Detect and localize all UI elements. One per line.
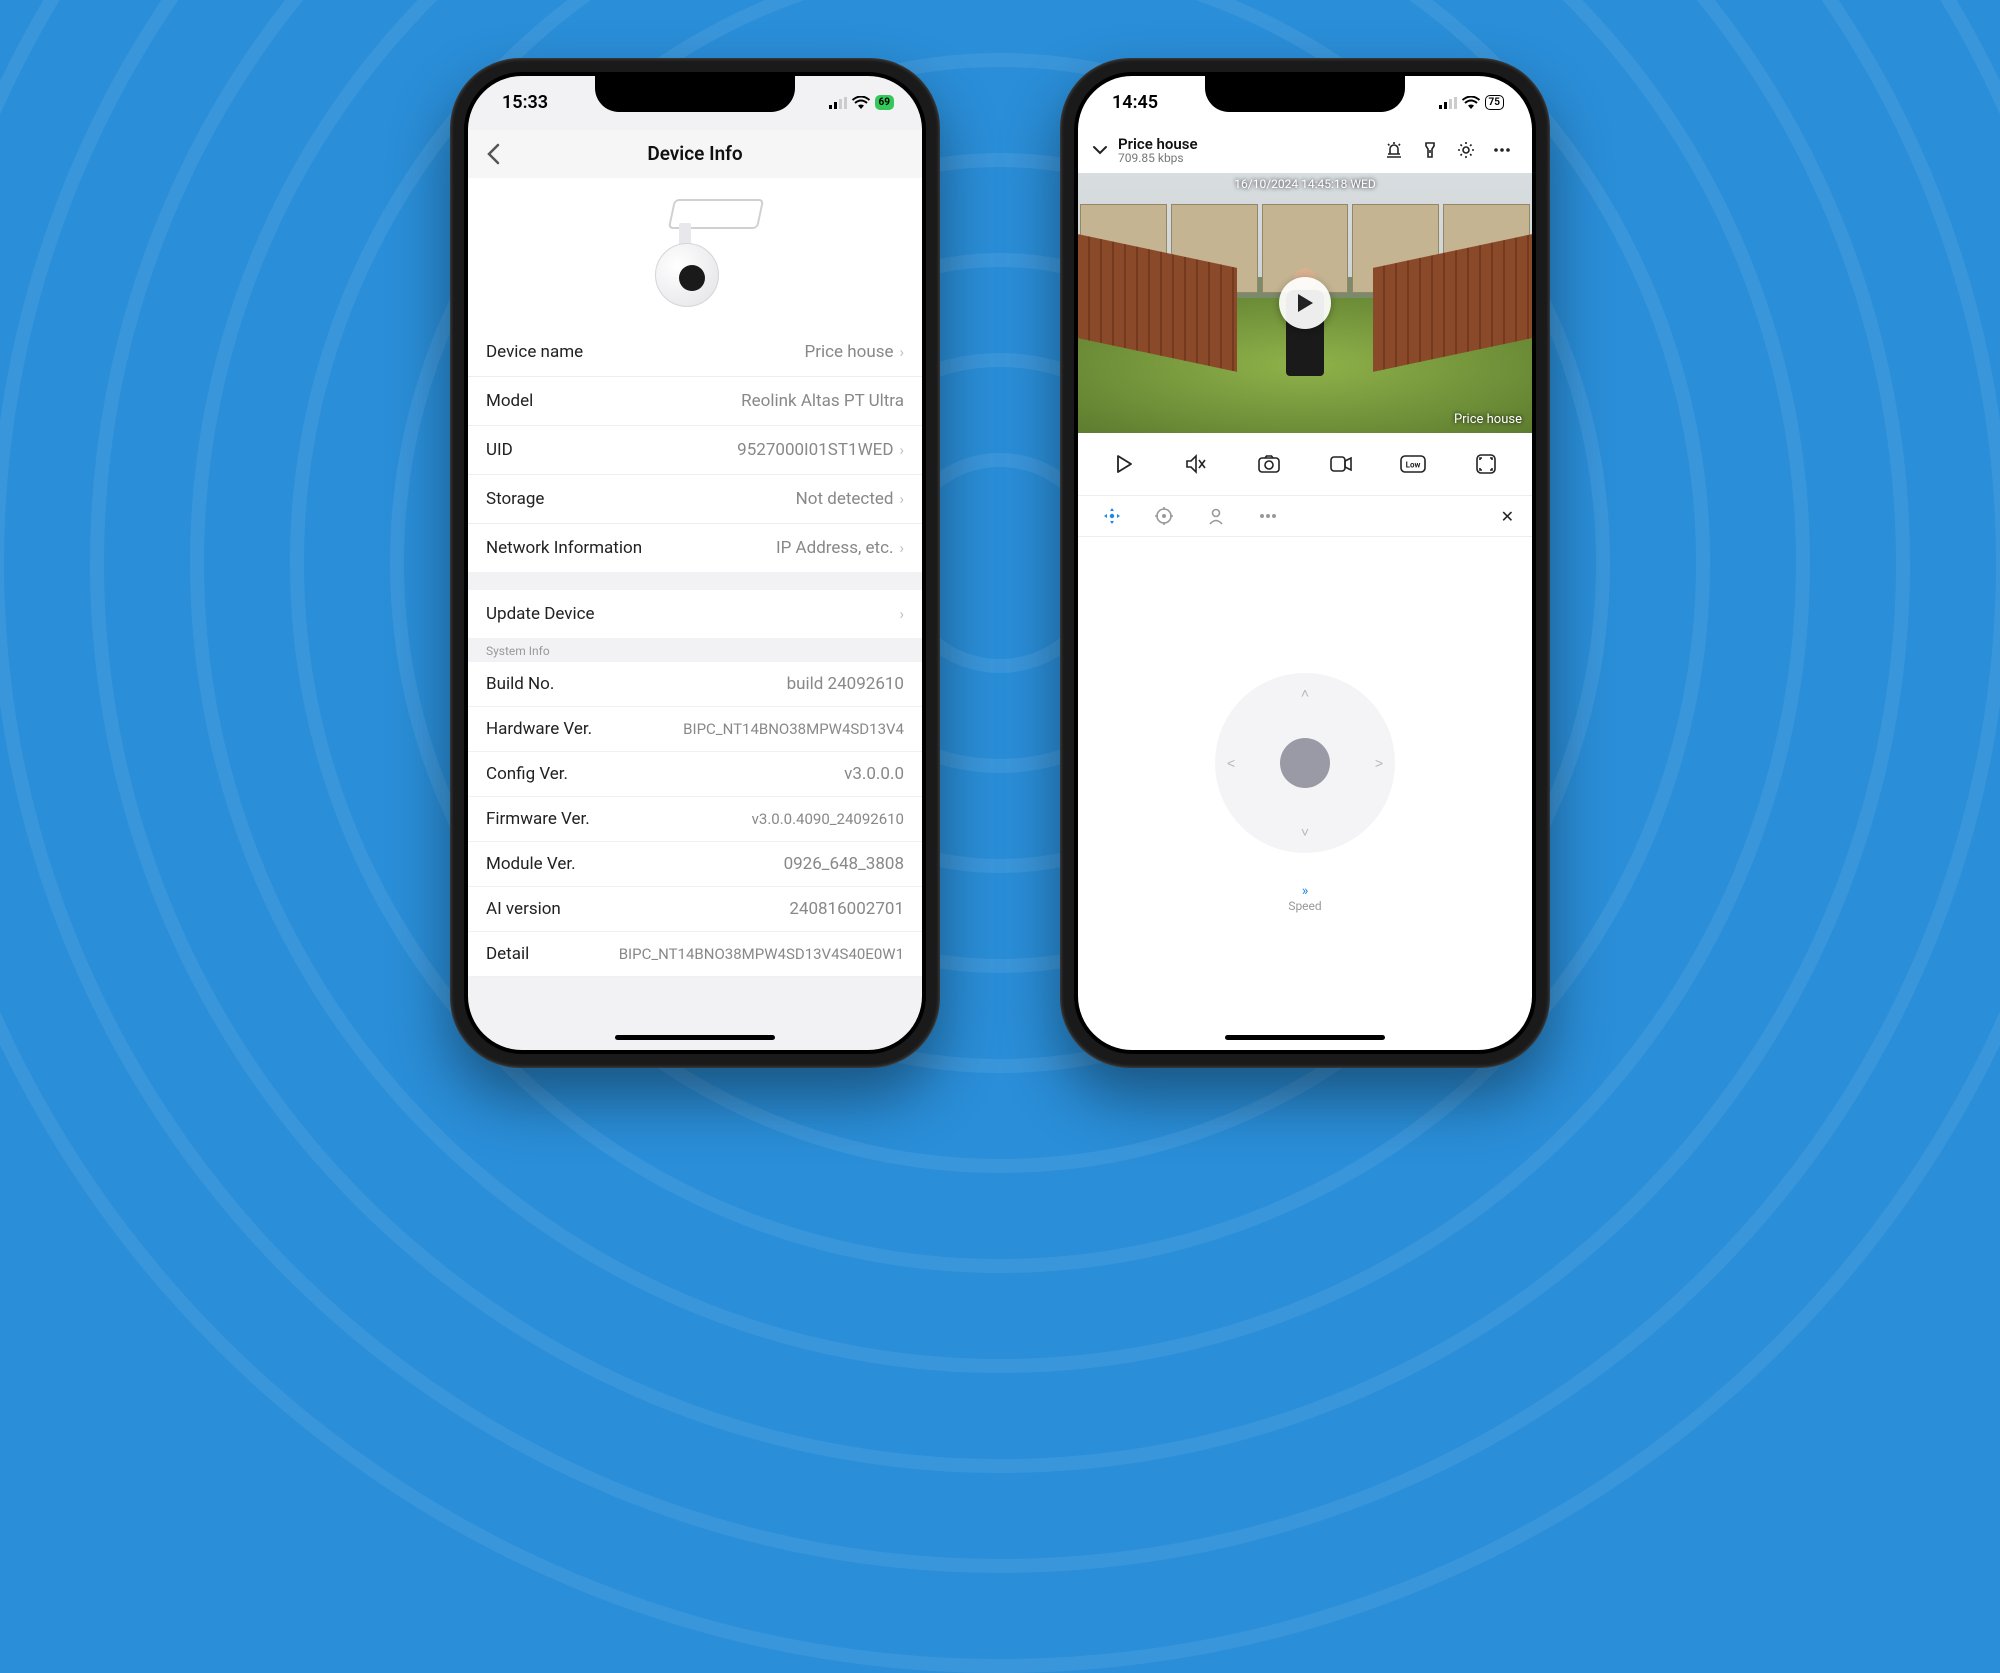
phone-device-info: 15:33 69 Device Info xyxy=(450,58,940,1068)
row-model[interactable]: Model Reolink Altas PT Ultra xyxy=(468,377,922,426)
ptz-panel: ˄ ˅ ˂ ˃ » Speed xyxy=(1078,537,1532,1049)
status-time: 15:33 xyxy=(502,92,548,113)
settings-icon[interactable] xyxy=(1456,140,1482,160)
notch xyxy=(595,76,795,112)
video-preview[interactable]: 16/10/2024 14:45:18 WED Price house xyxy=(1078,173,1532,433)
home-indicator[interactable] xyxy=(1225,1035,1385,1040)
signal-icon xyxy=(1439,97,1457,109)
ptz-speed-button[interactable]: » Speed xyxy=(1288,883,1321,913)
chevron-right-icon: › xyxy=(899,539,904,557)
tab-patrol[interactable] xyxy=(1204,504,1228,528)
page-title: Device Info xyxy=(647,142,742,165)
row-storage[interactable]: Storage Not detected› xyxy=(468,475,922,524)
wifi-icon xyxy=(852,96,870,109)
phone-live-view: 14:45 75 Price house 709.85 kbps xyxy=(1060,58,1550,1068)
flashlight-icon[interactable] xyxy=(1420,140,1446,160)
camera-selector[interactable] xyxy=(1092,145,1108,155)
play-pause-button[interactable] xyxy=(1109,449,1139,479)
row-network[interactable]: Network Information IP Address, etc.› xyxy=(468,524,922,572)
battery-icon: 75 xyxy=(1485,95,1504,110)
notch xyxy=(1205,76,1405,112)
video-name-overlay: Price house xyxy=(1454,412,1522,427)
row-detail: Detail BIPC_NT14BNO38MPW4SD13V4S40E0W1 xyxy=(468,932,922,977)
row-update-device[interactable]: Update Device › xyxy=(468,590,922,638)
bitrate: 709.85 kbps xyxy=(1118,152,1374,165)
snapshot-button[interactable] xyxy=(1254,449,1284,479)
camera-name: Price house xyxy=(1118,136,1374,153)
tab-more[interactable] xyxy=(1256,504,1280,528)
row-firmware-ver: Firmware Ver. v3.0.0.4090_24092610 xyxy=(468,797,922,842)
battery-icon: 69 xyxy=(875,95,894,110)
play-button[interactable] xyxy=(1279,277,1331,329)
row-ai-version: AI version 240816002701 xyxy=(468,887,922,932)
svg-text:Low: Low xyxy=(1406,461,1421,470)
row-hardware-ver: Hardware Ver. BIPC_NT14BNO38MPW4SD13V4 xyxy=(468,707,922,752)
quality-button[interactable]: Low xyxy=(1398,449,1428,479)
chevron-up-icon: ˄ xyxy=(1301,685,1309,702)
tab-preset[interactable] xyxy=(1152,504,1176,528)
video-timestamp-overlay: 16/10/2024 14:45:18 WED xyxy=(1234,177,1375,191)
row-build-no: Build No. build 24092610 xyxy=(468,662,922,707)
section-header-system-info: System Info xyxy=(468,638,922,662)
chevron-right-icon: › xyxy=(899,343,904,361)
back-button[interactable] xyxy=(486,143,500,165)
chevron-right-icon: ˃ xyxy=(1375,755,1383,772)
ptz-joystick[interactable]: ˄ ˅ ˂ ˃ xyxy=(1215,673,1395,853)
chevron-right-icon: › xyxy=(899,441,904,459)
home-indicator[interactable] xyxy=(615,1035,775,1040)
device-settings-list: Device name Price house› Model Reolink A… xyxy=(468,328,922,572)
status-time: 14:45 xyxy=(1112,92,1158,113)
record-button[interactable] xyxy=(1326,449,1356,479)
more-icon[interactable] xyxy=(1492,140,1518,160)
chevron-left-icon: ˂ xyxy=(1227,755,1235,772)
live-header: Price house 709.85 kbps xyxy=(1078,130,1532,174)
device-image xyxy=(468,178,922,328)
playback-controls: Low xyxy=(1078,433,1532,495)
close-panel-button[interactable]: ✕ xyxy=(1501,507,1514,526)
signal-icon xyxy=(829,97,847,109)
fullscreen-button[interactable] xyxy=(1471,449,1501,479)
chevron-right-icon: › xyxy=(899,490,904,508)
chevron-down-icon: ˅ xyxy=(1301,824,1309,841)
joystick-thumb[interactable] xyxy=(1280,738,1330,788)
row-config-ver: Config Ver. v3.0.0.0 xyxy=(468,752,922,797)
ptz-tabs: ✕ xyxy=(1078,495,1532,537)
chevron-right-icon: › xyxy=(899,605,904,623)
row-device-name[interactable]: Device name Price house› xyxy=(468,328,922,377)
siren-icon[interactable] xyxy=(1384,140,1410,160)
mute-button[interactable] xyxy=(1181,449,1211,479)
background-rings xyxy=(0,0,2000,1125)
row-module-ver: Module Ver. 0926_648_3808 xyxy=(468,842,922,887)
nav-bar: Device Info xyxy=(468,130,922,178)
system-info-list: Build No. build 24092610 Hardware Ver. B… xyxy=(468,662,922,977)
tab-ptz[interactable] xyxy=(1100,504,1124,528)
wifi-icon xyxy=(1462,96,1480,109)
fast-forward-icon: » xyxy=(1288,883,1321,899)
row-uid[interactable]: UID 9527000I01ST1WED› xyxy=(468,426,922,475)
